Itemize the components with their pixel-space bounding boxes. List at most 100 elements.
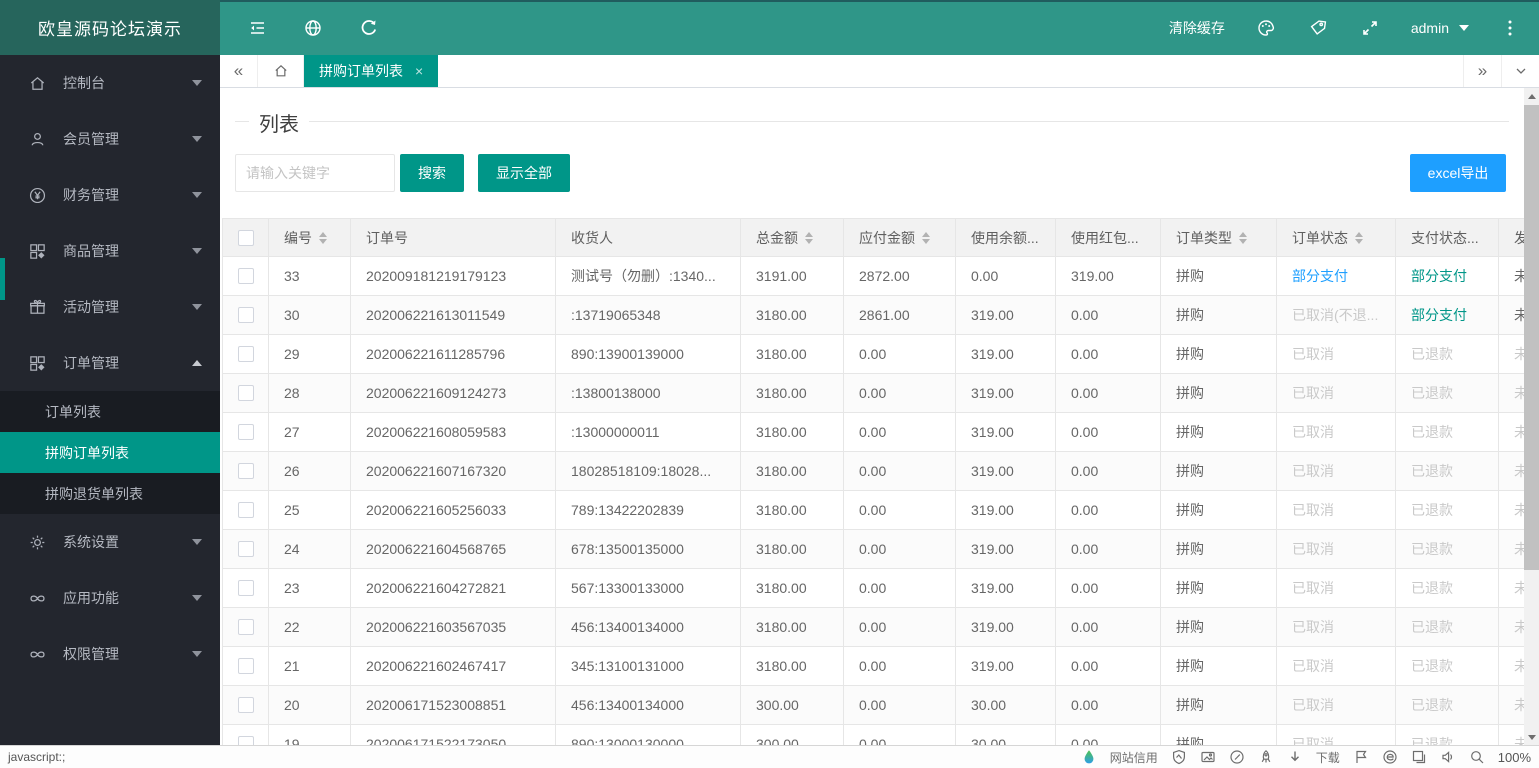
- download-label[interactable]: 下载: [1316, 749, 1340, 766]
- row-checkbox[interactable]: [238, 424, 254, 440]
- clear-cache-button[interactable]: 清除缓存: [1169, 18, 1225, 38]
- tab-scroll-left-icon[interactable]: «: [220, 55, 258, 87]
- theme-palette-icon[interactable]: [1255, 17, 1277, 39]
- sidebar-item-members[interactable]: 会员管理: [0, 111, 220, 167]
- row-checkbox[interactable]: [238, 541, 254, 557]
- download-arrow-icon[interactable]: [1287, 749, 1303, 765]
- chevron-down-icon: [192, 80, 202, 86]
- scrollbar-up-icon[interactable]: [1524, 88, 1539, 104]
- cell-order_no: 202006221613011549: [351, 296, 556, 334]
- scrollbar-thumb[interactable]: [1524, 105, 1539, 570]
- header-label: 发货状态: [1514, 228, 1524, 248]
- sidebar-item-order-list[interactable]: 订单列表: [0, 391, 220, 432]
- sidebar-item-groupbuy-return-list[interactable]: 拼购退货单列表: [0, 473, 220, 514]
- row-checkbox[interactable]: [238, 580, 254, 596]
- zoom-level[interactable]: 100%: [1498, 750, 1531, 765]
- fullscreen-icon[interactable]: [1359, 17, 1381, 39]
- cell-order_type: 拼购: [1161, 257, 1277, 295]
- row-checkbox[interactable]: [238, 502, 254, 518]
- cell-checkbox: [223, 335, 269, 373]
- speaker-icon[interactable]: [1440, 749, 1456, 765]
- submenu-item-label: 订单列表: [45, 402, 101, 422]
- droplet-icon[interactable]: [1081, 749, 1097, 765]
- window-mode-icon[interactable]: [1411, 749, 1427, 765]
- header-cell-receiver: 收货人: [556, 219, 741, 256]
- table-row: 25202006221605256033789:134222028393180.…: [223, 491, 1524, 530]
- table-row: 33202009181219179123测试号（勿删）:1340...3191.…: [223, 257, 1524, 296]
- cell-balance: 319.00: [956, 608, 1056, 646]
- cell-order_type: 拼购: [1161, 686, 1277, 724]
- header-cell-ship_status: 发货状态: [1499, 219, 1524, 256]
- sort-icon[interactable]: [1239, 232, 1247, 244]
- sidebar-item-orders[interactable]: 订单管理: [0, 335, 220, 391]
- more-options-icon[interactable]: [1499, 17, 1521, 39]
- table-row: 19202006171522173050890:13000130000300.0…: [223, 725, 1524, 745]
- logo-text: 欧皇源码论坛演示: [38, 15, 182, 40]
- image-blocker-icon[interactable]: [1200, 749, 1216, 765]
- row-checkbox[interactable]: [238, 619, 254, 635]
- cell-red_packet: 0.00: [1056, 608, 1161, 646]
- row-checkbox[interactable]: [238, 385, 254, 401]
- sort-icon[interactable]: [1355, 232, 1363, 244]
- row-checkbox[interactable]: [238, 307, 254, 323]
- sidebar-menu: 控制台会员管理财务管理商品管理活动管理订单管理订单列表拼购订单列表拼购退货单列表…: [0, 55, 220, 682]
- tab-menu-icon[interactable]: [1501, 55, 1539, 87]
- tag-icon[interactable]: [1307, 17, 1329, 39]
- cell-receiver: 678:13500135000: [556, 530, 741, 568]
- ie-compat-icon[interactable]: [1382, 749, 1398, 765]
- keyword-input[interactable]: [235, 154, 395, 192]
- select-all-checkbox[interactable]: [238, 230, 254, 246]
- sidebar-item-goods[interactable]: 商品管理: [0, 223, 220, 279]
- sidebar-item-groupbuy-order-list[interactable]: 拼购订单列表: [0, 432, 220, 473]
- scrollbar-down-icon[interactable]: [1524, 729, 1539, 745]
- home-tab[interactable]: [258, 55, 304, 87]
- site-credit-label[interactable]: 网站信用: [1110, 749, 1158, 766]
- sidebar-item-label: 会员管理: [63, 129, 119, 149]
- sidebar-item-activity[interactable]: 活动管理: [0, 279, 220, 335]
- chevron-down-icon: [192, 248, 202, 254]
- sidebar-item-system[interactable]: 系统设置: [0, 514, 220, 570]
- cell-order_status[interactable]: 部分支付: [1277, 257, 1396, 295]
- show-all-button[interactable]: 显示全部: [478, 154, 570, 192]
- tab-scroll-right-icon[interactable]: »: [1463, 55, 1501, 87]
- row-checkbox[interactable]: [238, 463, 254, 479]
- row-checkbox[interactable]: [238, 697, 254, 713]
- sidebar-item-apps[interactable]: 应用功能: [0, 570, 220, 626]
- rocket-boost-icon[interactable]: [1258, 749, 1274, 765]
- chevron-down-icon: [1459, 25, 1469, 31]
- refresh-icon[interactable]: [358, 17, 380, 39]
- sort-icon[interactable]: [319, 232, 327, 244]
- header-label: 收货人: [571, 228, 613, 248]
- sort-icon[interactable]: [805, 232, 813, 244]
- cell-red_packet: 0.00: [1056, 686, 1161, 724]
- sort-icon[interactable]: [922, 232, 930, 244]
- speed-mode-icon[interactable]: [1229, 749, 1245, 765]
- tab-groupbuy-order-list[interactable]: 拼购订单列表 ×: [304, 55, 438, 87]
- page-zoom-search-icon[interactable]: [1469, 749, 1485, 765]
- cell-red_packet: 0.00: [1056, 647, 1161, 685]
- excel-export-button[interactable]: excel导出: [1410, 154, 1506, 192]
- cell-order_no: 202006171522173050: [351, 725, 556, 745]
- sidebar-item-permissions[interactable]: 权限管理: [0, 626, 220, 682]
- globe-icon[interactable]: [302, 17, 324, 39]
- search-button[interactable]: 搜索: [400, 154, 464, 192]
- user-menu[interactable]: admin: [1411, 20, 1469, 36]
- cell-total: 3180.00: [741, 530, 844, 568]
- vertical-scrollbar[interactable]: [1524, 88, 1539, 745]
- sidebar-item-label: 商品管理: [63, 241, 119, 261]
- flag-icon[interactable]: [1353, 749, 1369, 765]
- cell-pay_status: 部分支付: [1396, 296, 1499, 334]
- cell-payable: 0.00: [844, 686, 956, 724]
- cell-order_no: 202006221609124273: [351, 374, 556, 412]
- close-tab-icon[interactable]: ×: [415, 63, 423, 79]
- row-checkbox[interactable]: [238, 268, 254, 284]
- shield-icon[interactable]: [1171, 749, 1187, 765]
- collapse-sidebar-icon[interactable]: [246, 17, 268, 39]
- sidebar-item-console[interactable]: 控制台: [0, 55, 220, 111]
- row-checkbox[interactable]: [238, 736, 254, 745]
- row-checkbox[interactable]: [238, 658, 254, 674]
- header-cell-id: 编号: [269, 219, 351, 256]
- sidebar-item-finance[interactable]: 财务管理: [0, 167, 220, 223]
- sidebar-active-indicator: [0, 258, 5, 300]
- row-checkbox[interactable]: [238, 346, 254, 362]
